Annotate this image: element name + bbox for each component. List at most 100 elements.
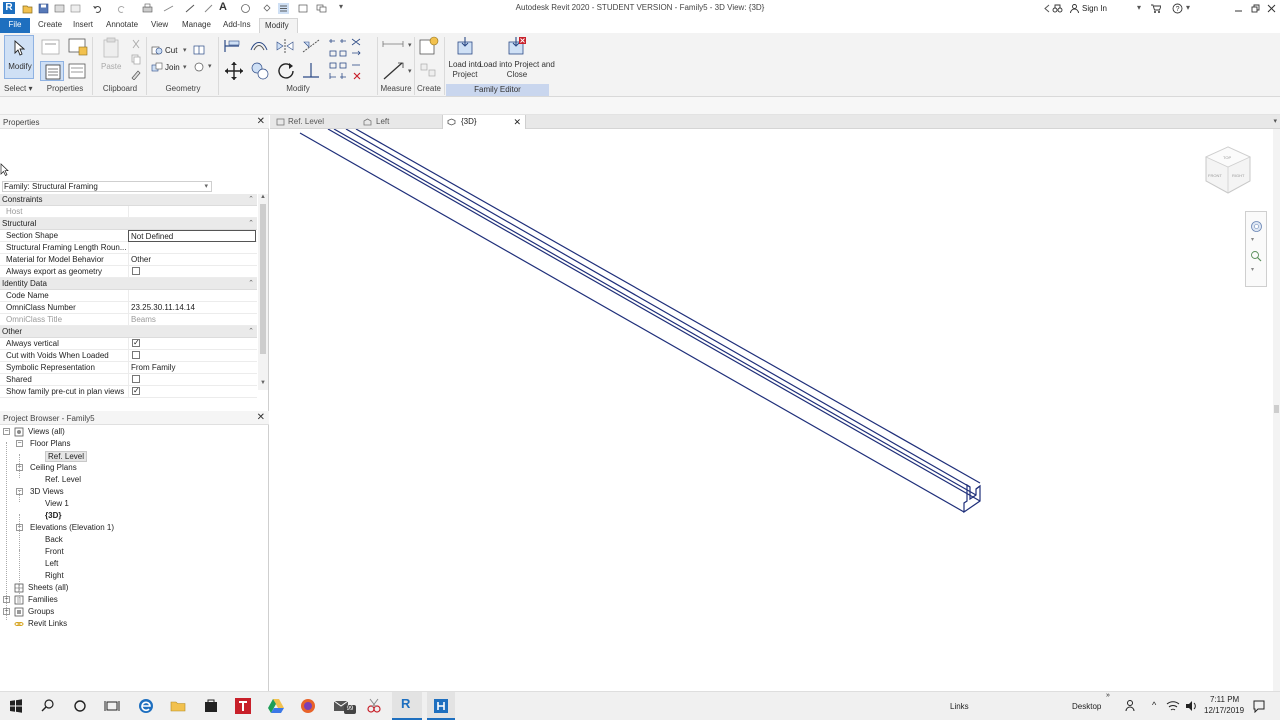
tree-item[interactable]: View 1 [45,498,69,510]
tree-item[interactable]: Families [28,594,58,606]
steering-wheel-dropdown-icon[interactable]: ▾ [1251,236,1254,243]
drawing-canvas[interactable]: TOP FRONT RIGHT ▾ ▾ [270,129,1273,691]
scroll-down-icon[interactable]: ▼ [260,380,266,386]
task-view-icon[interactable] [103,697,121,715]
beam-model[interactable] [270,129,1273,691]
cortana-icon[interactable] [71,697,89,715]
zoom-dropdown-icon[interactable]: ▾ [1251,266,1254,273]
canvas-scroll-thumb[interactable] [1274,405,1279,413]
search-icon[interactable] [39,697,57,715]
wifi-icon[interactable] [1166,699,1180,713]
properties-scrollbar[interactable]: ▲ ▼ [258,194,268,390]
windows-start-icon[interactable] [7,697,25,715]
links-toolbar[interactable]: Links [950,702,969,711]
mirror-draw-icon[interactable] [301,38,321,54]
restore-icon[interactable] [1250,3,1261,14]
collapse-group-icon[interactable]: ⌃ [248,218,254,229]
volume-icon[interactable] [1184,699,1198,713]
property-row[interactable]: Code Name [0,290,257,302]
tree-item[interactable]: Elevations (Elevation 1) [30,522,114,534]
aligned-dimension-icon[interactable] [382,61,406,81]
edge-browser-icon[interactable] [137,697,155,715]
tree-item[interactable]: Left [45,558,58,570]
split-face-icon[interactable] [193,44,205,56]
revit-taskbar-button[interactable]: R [392,692,422,720]
property-value[interactable]: Beams [128,314,256,326]
app-taskbar-button[interactable] [427,692,455,720]
close-view-tab-icon[interactable]: ✕ [513,115,521,129]
rotate-icon[interactable] [276,61,296,81]
view-cube[interactable]: TOP FRONT RIGHT [1202,143,1254,199]
type-selector-dropdown[interactable]: Family: Structural Framing ▾ [2,181,212,192]
property-group[interactable]: Constraints ⌃ [0,194,257,206]
measure-dropdown-icon[interactable]: ▾ [408,41,412,49]
property-value[interactable]: From Family [128,362,256,374]
zoom-icon[interactable] [1250,250,1263,263]
tree-item[interactable]: Groups [28,606,54,618]
measure-between-icon[interactable] [382,39,408,49]
property-value[interactable] [128,350,256,362]
modify-tool-button[interactable]: Modify [4,35,34,79]
toolbar-overflow-icon[interactable]: » [1106,692,1110,699]
sign-in-dropdown-icon[interactable]: ▾ [1137,3,1141,12]
property-checkbox[interactable] [132,351,140,359]
property-row[interactable]: Show family pre-cut in plan views [0,386,257,398]
action-center-icon[interactable] [1252,699,1266,713]
move-icon[interactable] [224,61,244,81]
tree-item[interactable]: Ceiling Plans [30,462,77,474]
property-value[interactable] [128,242,256,254]
property-group[interactable]: Other ⌃ [0,326,257,338]
help-dropdown-icon[interactable]: ▾ [1186,3,1190,12]
tree-item[interactable]: Ref. Level [45,474,81,486]
select-panel-label[interactable]: Select ▾ [2,84,38,96]
tree-item[interactable]: Back [45,534,63,546]
join-geometry-label[interactable]: Join [165,63,180,72]
minimize-icon[interactable] [1233,3,1244,14]
family-category-icon[interactable] [67,37,89,57]
channel-beam-edges[interactable] [299,129,981,514]
join-geometry-icon[interactable] [151,62,163,73]
type-properties-icon[interactable] [67,62,89,82]
cut-geometry-label[interactable]: Cut [165,46,177,55]
copy-element-icon[interactable] [250,61,270,81]
load-into-project-close-button[interactable]: Load into Project and Close [479,36,555,82]
cut-geometry-icon[interactable] [151,45,163,56]
steering-wheel-icon[interactable] [1250,220,1263,233]
tree-item[interactable]: Revit Links [28,618,67,630]
property-row[interactable]: Host [0,206,257,218]
user-icon[interactable] [1069,3,1080,14]
tree-item[interactable]: Floor Plans [30,438,70,450]
property-value[interactable] [128,206,256,218]
show-hidden-icons-icon[interactable]: ^ [1152,700,1156,710]
property-value[interactable] [128,266,256,278]
properties-scroll-thumb[interactable] [260,204,266,354]
tree-item[interactable]: Front [45,546,64,558]
trim-extend-icon[interactable] [301,61,321,81]
help-icon[interactable]: ? [1172,3,1183,14]
scroll-up-icon[interactable]: ▲ [260,194,266,200]
clock-date[interactable]: 12/17/2019 [1204,706,1244,715]
align-icon[interactable] [223,38,243,54]
tree-expander-icon[interactable]: − [16,440,23,447]
store-icon[interactable] [202,697,220,715]
view-tabs-menu-icon[interactable]: ▾ [1273,117,1277,125]
create-group-icon[interactable] [418,61,440,81]
property-value[interactable] [128,374,256,386]
property-checkbox[interactable] [132,375,140,383]
project-browser-close-icon[interactable]: ✕ [257,412,265,423]
tab-create[interactable]: Create [33,18,67,33]
property-value[interactable]: 23.25.30.11.14.14 [128,302,256,314]
google-drive-icon[interactable] [267,697,285,715]
property-value[interactable]: Not Defined [128,230,256,242]
create-similar-icon[interactable] [418,36,440,58]
view-tab-ref-level[interactable]: Ref. Level [270,115,358,129]
cut-to-clipboard-icon[interactable] [130,38,142,50]
tree-item[interactable]: Views (all) [28,426,65,438]
tab-manage[interactable]: Manage [177,18,216,33]
tree-item[interactable]: Ref. Level [45,451,88,462]
people-icon[interactable] [1124,698,1140,714]
property-value[interactable] [128,338,256,350]
collapse-group-icon[interactable]: ⌃ [248,326,254,337]
collapse-group-icon[interactable]: ⌃ [248,194,254,205]
text-editor-icon[interactable] [234,697,252,715]
